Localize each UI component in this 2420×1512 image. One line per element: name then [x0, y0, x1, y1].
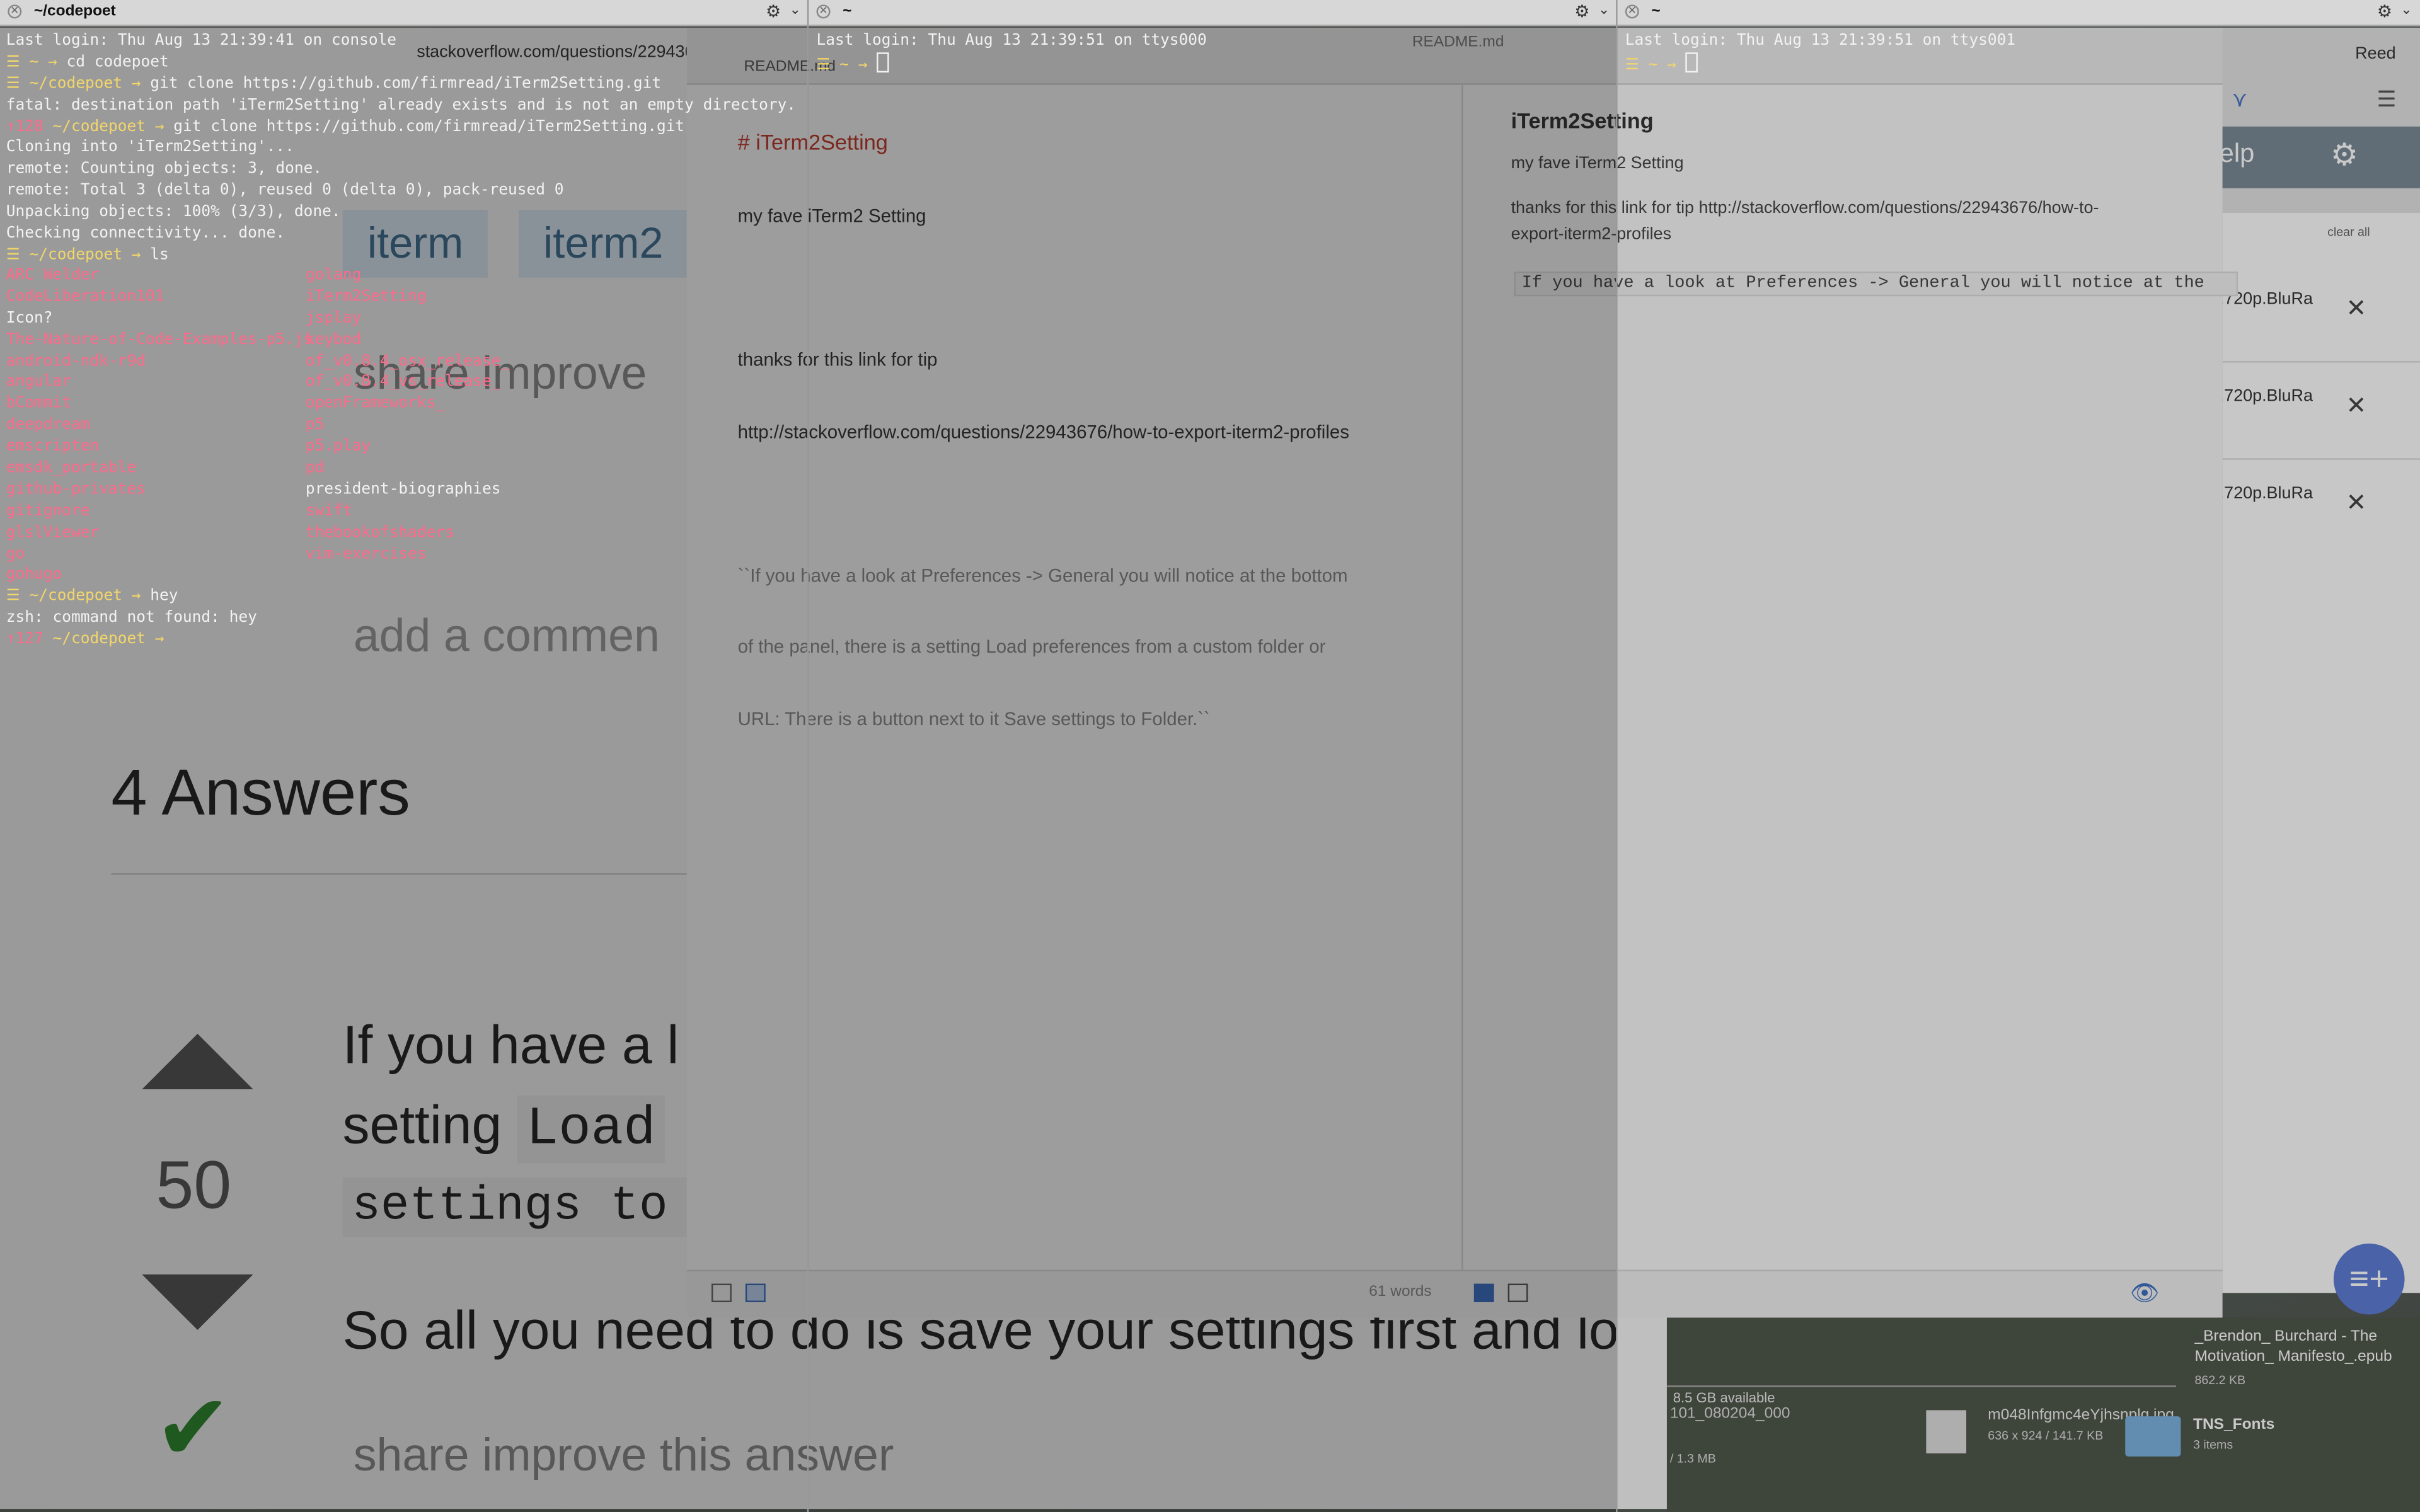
terminal-pane-2[interactable]: ✕ ~ ⚙ ⌄ Last login: Thu Aug 13 21:39:51 … [809, 0, 1618, 1512]
terminal-text: hey [150, 588, 178, 605]
terminal-line: Cloning into 'iTerm2Setting'... [6, 138, 796, 159]
terminal-cursor [1685, 52, 1698, 72]
terminal-line: ☰ ~ → [1625, 52, 2015, 74]
terminal-text: ~/codepoet → [52, 631, 164, 648]
chevron-down-icon[interactable]: ⌄ [2400, 1, 2412, 18]
terminal-text: Checking connectivity... done. [6, 225, 285, 243]
terminal-text: ↑128 [6, 118, 53, 135]
terminal-line: remote: Total 3 (delta 0), reused 0 (del… [6, 181, 796, 202]
terminal-line: Last login: Thu Aug 13 21:39:41 on conso… [6, 31, 796, 52]
ls-entry: emsdk_portable [6, 459, 137, 477]
ls-entry: jsplay [305, 309, 362, 327]
terminal-text: cd codepoet [66, 54, 169, 71]
ls-entry: github-privates [6, 481, 146, 498]
gear-icon[interactable]: ⚙ [2377, 1, 2392, 21]
ls-entry: gitignore [6, 502, 90, 520]
terminal-text: remote: Total 3 (delta 0), reused 0 (del… [6, 182, 564, 200]
terminal-line: ↑128 ~/codepoet → git clone https://gith… [6, 117, 796, 138]
gear-icon[interactable]: ⚙ [766, 1, 781, 21]
ls-entry: Icon? [6, 309, 53, 327]
terminal-text: ☰ ~/codepoet → [6, 588, 151, 605]
pane-1-titlebar: ✕ ~/codepoet ⚙ ⌄ [0, 0, 809, 26]
pane-3-output: Last login: Thu Aug 13 21:39:51 on ttys0… [1625, 31, 2015, 74]
chevron-down-icon[interactable]: ⌄ [1598, 1, 1610, 18]
pane-2-output: Last login: Thu Aug 13 21:39:51 on ttys0… [817, 31, 1207, 74]
ls-entry: of_v0.8.4_osx_release_ [305, 352, 510, 370]
ls-entry: go [6, 545, 25, 563]
pane-2-title: ~ [843, 3, 852, 20]
terminal-text: ☰ ~ → [6, 54, 67, 71]
terminal-line: ☰ ~/codepoet → git clone https://github.… [6, 74, 796, 95]
terminal-text: zsh: command not found: hey [6, 609, 257, 627]
terminal-line: Unpacking objects: 100% (3/3), done. [6, 202, 796, 224]
ls-entry: android-ndk-r9d [6, 352, 146, 370]
close-icon[interactable]: ✕ [1625, 4, 1639, 19]
close-icon[interactable]: ✕ [8, 4, 22, 19]
terminal-text: ☰ ~/codepoet → [6, 246, 151, 264]
terminal-text: ↑127 [6, 631, 53, 648]
terminal-line: Last login: Thu Aug 13 21:39:51 on ttys0… [1625, 31, 2015, 52]
ls-entry: thebookofshaders [305, 524, 454, 541]
terminal-line: fatal: destination path 'iTerm2Setting' … [6, 95, 796, 117]
terminal-text: remote: Counting objects: 3, done. [6, 161, 323, 178]
ls-entry: p5.play [305, 438, 371, 455]
terminal-cursor [877, 52, 889, 72]
terminal-text: ☰ ~ → [816, 57, 877, 74]
terminal-text: fatal: destination path 'iTerm2Setting' … [6, 96, 797, 114]
ls-entry: president-biographies [305, 481, 501, 498]
close-icon[interactable]: ✕ [816, 4, 831, 19]
ls-entry: swift [305, 502, 352, 520]
terminal-text: Unpacking objects: 100% (3/3), done. [6, 203, 341, 221]
ls-entry: The-Nature-of-Code-Examples-p5.js [6, 331, 313, 348]
terminal-line: remote: Counting objects: 3, done. [6, 159, 796, 181]
ls-entry: glslViewer [6, 524, 100, 541]
ls-entry: deepdream [6, 416, 90, 434]
terminal-line: Checking connectivity... done. [6, 224, 796, 245]
ls-entry: openFrameworks_ [305, 395, 446, 413]
pane-3-title: ~ [1651, 3, 1661, 20]
terminal-text: Last login: Thu Aug 13 21:39:51 on ttys0… [816, 32, 1207, 50]
ls-entry: vim-exercises [305, 545, 427, 563]
ls-entry: keybod [305, 331, 362, 348]
pane-1-output-after: ☰ ~/codepoet → hey zsh: command not found… [6, 587, 257, 651]
terminal-text: git clone https://github.com/firmread/iT… [173, 118, 685, 135]
terminal-line: ↑127 ~/codepoet → [6, 629, 257, 651]
terminal-text: ~/codepoet → [52, 118, 174, 135]
terminal-pane-3[interactable]: ✕ ~ ⚙ ⌄ Last login: Thu Aug 13 21:39:51 … [1617, 0, 2420, 1512]
ls-entry: p5 [305, 416, 325, 434]
ls-entry: pd [305, 459, 325, 477]
terminal-line: ☰ ~ → cd codepoet [6, 52, 796, 74]
ls-entry: gohugo [6, 566, 62, 584]
pane-2-titlebar: ✕ ~ ⚙ ⌄ [809, 0, 1618, 26]
pane-1-title: ~/codepoet [33, 3, 116, 20]
ls-entry: golang [305, 266, 362, 284]
pane-1-output: Last login: Thu Aug 13 21:39:41 on conso… [6, 31, 796, 266]
terminal-text: git clone https://github.com/firmread/iT… [150, 75, 662, 93]
ls-entry: ARC Welder [6, 266, 100, 284]
terminal-text: ☰ ~ → [1625, 57, 1686, 74]
pane-3-titlebar: ✕ ~ ⚙ ⌄ [1617, 0, 2420, 26]
chevron-down-icon[interactable]: ⌄ [790, 1, 801, 18]
terminal-line: Last login: Thu Aug 13 21:39:51 on ttys0… [817, 31, 1207, 52]
terminal-line: zsh: command not found: hey [6, 608, 257, 629]
ls-entry: of_v0.8.4_vs_release_ [305, 374, 501, 391]
terminal-line: ☰ ~ → [817, 52, 1207, 74]
gear-icon[interactable]: ⚙ [1574, 1, 1589, 21]
screen: 8.5 GB available 101_080204_000 / 1.3 MB… [0, 0, 2420, 1512]
ls-entry: CodeLiberation101 [6, 288, 164, 306]
ls-entry: emscripten [6, 438, 100, 455]
terminal-text: ls [150, 246, 169, 264]
ls-entry: angular [6, 374, 72, 391]
terminal-line: ☰ ~/codepoet → hey [6, 587, 257, 608]
ls-entry: iTerm2Setting [305, 288, 427, 306]
terminal-text: Last login: Thu Aug 13 21:39:41 on conso… [6, 32, 397, 50]
terminal-pane-1[interactable]: ✕ ~/codepoet ⚙ ⌄ Last login: Thu Aug 13 … [0, 0, 809, 1512]
terminal-text: Last login: Thu Aug 13 21:39:51 on ttys0… [1625, 32, 2016, 50]
terminal-text: ☰ ~/codepoet → [6, 75, 151, 93]
terminal-line: ☰ ~/codepoet → ls [6, 245, 796, 266]
ls-entry: bCommit [6, 395, 72, 413]
terminal-text: Cloning into 'iTerm2Setting'... [6, 139, 294, 157]
